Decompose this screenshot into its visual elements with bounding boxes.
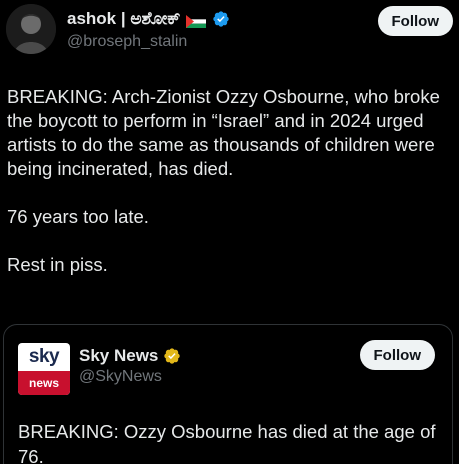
tweet-paragraph-1: BREAKING: Arch-Zionist Ozzy Osbourne, wh…: [7, 86, 440, 179]
tweet-page: ashok | ಅಶೋಕ್ @broseph_stalin Follow BRE…: [0, 0, 459, 464]
quoted-tweet-text: BREAKING: Ozzy Osbourne has died at the …: [18, 421, 436, 464]
tweet-paragraph-2: 76 years too late.: [7, 206, 149, 227]
tweet-header: ashok | ಅಶೋಕ್ @broseph_stalin Follow: [0, 0, 459, 60]
quoted-follow-button[interactable]: Follow: [359, 340, 435, 370]
tweet-text: BREAKING: Arch-Zionist Ozzy Osbourne, wh…: [7, 85, 452, 277]
quoted-tweet-card[interactable]: sky news Sky News @SkyNews Follow BREAKI…: [3, 324, 453, 464]
avatar[interactable]: [6, 4, 56, 54]
author-handle[interactable]: @broseph_stalin: [67, 33, 187, 51]
palestine-flag-icon: [186, 13, 207, 28]
follow-button[interactable]: Follow: [377, 6, 453, 36]
sky-logo-top: sky: [28, 346, 60, 367]
tweet-paragraph-3: Rest in piss.: [7, 254, 108, 275]
quoted-author-handle[interactable]: @SkyNews: [79, 368, 162, 386]
blue-verified-icon: [212, 10, 230, 28]
quoted-author-name-row[interactable]: Sky News: [79, 345, 181, 367]
gold-verified-icon: [163, 347, 181, 365]
author-display-name[interactable]: ashok | ಅಶೋಕ್: [67, 9, 180, 29]
sky-logo-bottom: news: [18, 371, 70, 395]
sky-news-logo[interactable]: sky news: [18, 343, 70, 395]
author-name-row[interactable]: ashok | ಅಶೋಕ್: [67, 8, 230, 30]
quoted-author-display-name[interactable]: Sky News: [79, 346, 158, 366]
